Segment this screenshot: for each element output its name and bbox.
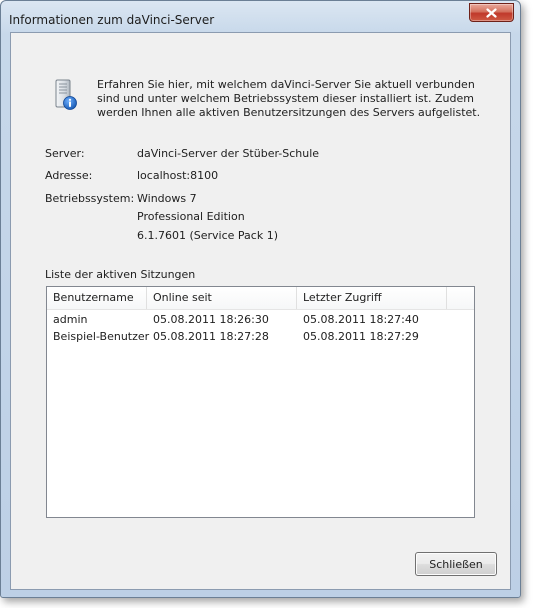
cell-last-access: 05.08.2011 18:27:40 bbox=[303, 313, 419, 326]
table-row[interactable]: admin 05.08.2011 18:26:30 05.08.2011 18:… bbox=[47, 311, 474, 328]
sessions-heading: Liste der aktiven Sitzungen bbox=[45, 268, 196, 281]
title-bar[interactable]: Informationen zum daVinci-Server bbox=[1, 1, 520, 31]
table-row[interactable]: Beispiel-Benutzer 05.08.2011 18:27:28 05… bbox=[47, 328, 474, 345]
dialog-client-area: Erfahren Sie hier, mit welchem daVinci-S… bbox=[10, 32, 511, 590]
os-name: Windows 7 bbox=[137, 192, 197, 205]
os-edition: Professional Edition bbox=[137, 210, 245, 223]
column-header-filler bbox=[447, 287, 474, 309]
server-value: daVinci-Server der Stüber-Schule bbox=[137, 147, 320, 160]
server-info-icon bbox=[55, 79, 77, 110]
sessions-list-header: Benutzername Online seit Letzter Zugriff bbox=[47, 287, 474, 310]
address-label: Adresse: bbox=[45, 169, 93, 182]
window-close-button[interactable] bbox=[469, 3, 514, 22]
window-title: Informationen zum daVinci-Server bbox=[9, 13, 215, 27]
cell-username: Beispiel-Benutzer bbox=[53, 330, 150, 343]
cell-online-since: 05.08.2011 18:27:28 bbox=[153, 330, 269, 343]
intro-text: Erfahren Sie hier, mit welchem daVinci-S… bbox=[97, 78, 481, 119]
cell-last-access: 05.08.2011 18:27:29 bbox=[303, 330, 419, 343]
column-header-online-since[interactable]: Online seit bbox=[147, 287, 297, 309]
column-header-username[interactable]: Benutzername bbox=[47, 287, 147, 309]
os-label: Betriebssystem: bbox=[45, 192, 135, 205]
column-header-last-access[interactable]: Letzter Zugriff bbox=[297, 287, 447, 309]
os-version: 6.1.7601 (Service Pack 1) bbox=[137, 229, 279, 242]
close-button[interactable]: Schließen bbox=[415, 552, 497, 576]
server-label: Server: bbox=[45, 147, 85, 160]
cell-username: admin bbox=[53, 313, 88, 326]
close-icon bbox=[486, 7, 497, 18]
cell-online-since: 05.08.2011 18:26:30 bbox=[153, 313, 269, 326]
sessions-list[interactable]: Benutzername Online seit Letzter Zugriff… bbox=[46, 286, 475, 518]
dialog-window: Informationen zum daVinci-Server Erfahre… bbox=[0, 0, 521, 598]
address-value: localhost:8100 bbox=[137, 169, 219, 182]
